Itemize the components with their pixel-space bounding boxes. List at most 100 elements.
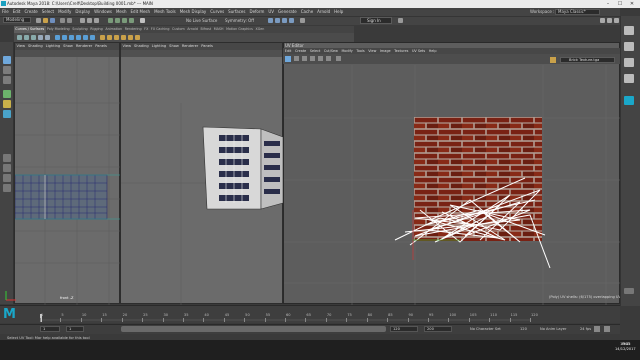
system-clock[interactable]: 19:15 14/12/2017 xyxy=(615,342,636,352)
anim-layer-label[interactable]: No Anim Layer xyxy=(540,326,566,332)
help-line-toggle-icon[interactable] xyxy=(398,18,403,23)
shelf-bezier-icon[interactable] xyxy=(24,35,29,40)
uv-menu-view[interactable]: View xyxy=(367,49,379,53)
end-time-field[interactable]: 200 xyxy=(424,326,452,332)
shelf-tab-fx-caching[interactable]: FX Caching xyxy=(150,26,171,33)
uv-menu-edit[interactable]: Edit xyxy=(283,49,293,53)
menu-deform[interactable]: Deform xyxy=(247,8,266,16)
shelf-cylinder-icon[interactable] xyxy=(69,35,74,40)
uv-distortion-icon[interactable] xyxy=(326,56,331,61)
live-surface-label[interactable]: No Live Surface xyxy=(186,17,217,24)
open-scene-icon[interactable] xyxy=(43,18,48,23)
menu-mesh-display[interactable]: Mesh Display xyxy=(178,8,209,16)
uv-menu-image[interactable]: Image xyxy=(378,49,392,53)
render-settings-icon[interactable] xyxy=(282,18,287,23)
uv-image-icon[interactable] xyxy=(302,56,307,61)
shelf-loft-icon[interactable] xyxy=(100,35,105,40)
uv-menu-create[interactable]: Create xyxy=(293,49,308,53)
uv-checker-icon[interactable] xyxy=(318,56,323,61)
channel-box-toggle-icon[interactable] xyxy=(600,18,605,23)
uv-menu-select[interactable]: Select xyxy=(308,49,322,53)
uv-menu-uv-sets[interactable]: UV Sets xyxy=(410,49,427,53)
fps-select[interactable]: 24 fps xyxy=(580,326,591,332)
ipr-render-icon[interactable] xyxy=(275,18,280,23)
snap-plane-icon[interactable] xyxy=(129,18,134,23)
shelf-curve-icon[interactable] xyxy=(17,35,22,40)
playback-end-field[interactable]: 120 xyxy=(390,326,418,332)
shelf-tab-poly-modeling[interactable]: Poly Modeling xyxy=(46,26,71,33)
menu-file[interactable]: File xyxy=(0,8,11,16)
shelf-birail-icon[interactable] xyxy=(135,35,140,40)
close-button[interactable]: ✕ xyxy=(628,1,636,7)
snap-curve-icon[interactable] xyxy=(115,18,120,23)
symmetry-label[interactable]: Symmetry: Off xyxy=(225,17,254,24)
shelf-tab-animation[interactable]: Animation xyxy=(104,26,123,33)
menu-help[interactable]: Help xyxy=(332,8,345,16)
uv-toolkit-icon[interactable] xyxy=(285,56,291,62)
start-time-field[interactable]: 1 xyxy=(40,326,60,332)
menu-surfaces[interactable]: Surfaces xyxy=(226,8,247,16)
shelf-revolve-icon[interactable] xyxy=(107,35,112,40)
shelf-tab-curves-surfaces[interactable]: Curves / Surfaces xyxy=(14,26,46,33)
viewport-persp[interactable]: View Shading Lighting Show Renderer Panels xyxy=(120,42,284,305)
minimize-button[interactable]: – xyxy=(604,1,612,7)
shelf-tab-motion-graphics[interactable]: Motion Graphics xyxy=(225,26,254,33)
uv-menu-modify[interactable]: Modify xyxy=(340,49,355,53)
shelf-square-icon[interactable] xyxy=(45,35,50,40)
tool-settings-icon[interactable] xyxy=(624,58,634,67)
modeling-toolkit-icon[interactable] xyxy=(624,74,634,83)
sign-in-button[interactable]: Sign In xyxy=(360,17,392,24)
select-object-icon[interactable] xyxy=(87,18,92,23)
lasso-tool-icon[interactable] xyxy=(3,66,11,74)
shelf-tab-arnold[interactable]: Arnold xyxy=(186,26,199,33)
shelf-tab-xgen[interactable]: XGen xyxy=(254,26,266,33)
new-scene-icon[interactable] xyxy=(36,18,41,23)
menu-windows[interactable]: Windows xyxy=(92,8,114,16)
uv-menu-textures[interactable]: Textures xyxy=(392,49,410,53)
render-frame-icon[interactable] xyxy=(268,18,273,23)
four-pane-layout-icon[interactable] xyxy=(3,164,11,172)
menu-edit[interactable]: Edit xyxy=(11,8,23,16)
shelf-tab-rigging[interactable]: Rigging xyxy=(89,26,104,33)
menu-uv[interactable]: UV xyxy=(266,8,276,16)
snap-point-icon[interactable] xyxy=(122,18,127,23)
viewport-front[interactable]: View Shading Lighting Show Renderer Panels xyxy=(14,42,121,305)
menu-mesh[interactable]: Mesh xyxy=(114,8,129,16)
shelf-tab-mash[interactable]: MASH xyxy=(213,26,225,33)
workspace-select[interactable]: Maya Classic* xyxy=(555,9,600,15)
rotate-tool-icon[interactable] xyxy=(3,100,11,108)
menu-modify[interactable]: Modify xyxy=(56,8,73,16)
shelf-planar-icon[interactable] xyxy=(121,35,126,40)
shelf-cone-icon[interactable] xyxy=(76,35,81,40)
menu-arnold[interactable]: Arnold xyxy=(315,8,332,16)
shelf-tab-bifrost[interactable]: Bifrost xyxy=(199,26,212,33)
texture-select[interactable]: Brick Texture.tga xyxy=(560,57,615,63)
menu-cache[interactable]: Cache xyxy=(299,8,315,16)
uv-grid-icon[interactable] xyxy=(294,56,299,61)
scroll-handle-icon[interactable] xyxy=(624,288,634,294)
uv-shade-icon[interactable] xyxy=(310,56,315,61)
menu-generate[interactable]: Generate xyxy=(276,8,299,16)
attribute-editor-toggle-icon[interactable] xyxy=(607,18,612,23)
uv-snapshot-icon[interactable] xyxy=(336,56,341,61)
magnet-icon[interactable] xyxy=(140,18,145,23)
shelf-pencil-icon[interactable] xyxy=(31,35,36,40)
tool-settings-toggle-icon[interactable] xyxy=(614,18,619,23)
shelf-bevel-icon[interactable] xyxy=(128,35,133,40)
character-set-label[interactable]: No Character Set xyxy=(470,326,501,332)
shelf-cube-icon[interactable] xyxy=(62,35,67,40)
hypershade-icon[interactable] xyxy=(289,18,294,23)
paint-select-tool-icon[interactable] xyxy=(3,76,11,84)
shelf-tab-rendering[interactable]: Rendering xyxy=(123,26,142,33)
uv-toolkit-side-icon[interactable] xyxy=(624,96,634,105)
key-icon[interactable] xyxy=(594,326,600,332)
shelf-circle-icon[interactable] xyxy=(38,35,43,40)
uv-menu-help[interactable]: Help xyxy=(427,49,438,53)
select-tool-icon[interactable] xyxy=(3,56,11,64)
shelf-tab-sculpting[interactable]: Sculpting xyxy=(71,26,89,33)
menu-select[interactable]: Select xyxy=(40,8,56,16)
channel-box-icon[interactable] xyxy=(624,26,634,35)
menu-curves[interactable]: Curves xyxy=(208,8,226,16)
uv-menu-cut-sew[interactable]: Cut/Sew xyxy=(322,49,340,53)
current-frame-field[interactable]: 120 xyxy=(520,326,527,332)
